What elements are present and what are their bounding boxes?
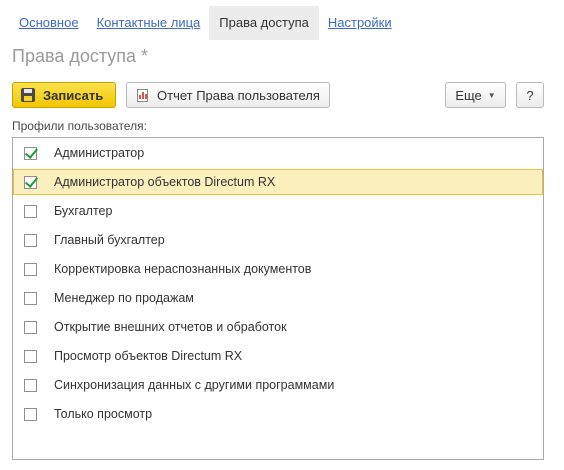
profile-checkbox[interactable] xyxy=(24,407,37,421)
toolbar: Записать Отчет Права пользователя Еще ▼ … xyxy=(12,82,544,108)
profile-checkbox[interactable] xyxy=(24,378,37,392)
profile-row[interactable]: Бухгалтер xyxy=(13,198,543,224)
profile-label: Синхронизация данных с другими программа… xyxy=(54,378,335,392)
profile-label: Администратор объектов Directum RX xyxy=(54,175,276,189)
more-button[interactable]: Еще ▼ xyxy=(445,82,506,108)
profile-checkbox[interactable] xyxy=(24,349,37,363)
profile-label: Только просмотр xyxy=(54,407,153,421)
tab-main[interactable]: Основное xyxy=(10,6,88,40)
report-chart-icon xyxy=(137,88,148,102)
tab-contacts[interactable]: Контактные лица xyxy=(88,6,210,40)
help-button-label: ? xyxy=(526,87,534,103)
report-button-label: Отчет Права пользователя xyxy=(157,87,320,103)
profile-checkbox[interactable] xyxy=(24,262,37,276)
help-button[interactable]: ? xyxy=(516,82,544,108)
profile-row[interactable]: Администратор объектов Directum RX xyxy=(13,169,543,195)
tab-settings[interactable]: Настройки xyxy=(319,6,401,40)
profile-row[interactable]: Открытие внешних отчетов и обработок xyxy=(13,314,543,340)
profile-label: Менеджер по продажам xyxy=(54,291,194,305)
save-button-label: Записать xyxy=(43,87,104,103)
chevron-down-icon: ▼ xyxy=(487,90,496,100)
profile-row[interactable]: Только просмотр xyxy=(13,401,543,427)
profile-label: Главный бухгалтер xyxy=(54,233,165,247)
profile-checkbox[interactable] xyxy=(24,291,37,305)
profile-checkbox[interactable] xyxy=(24,146,37,160)
profile-label: Бухгалтер xyxy=(54,204,113,218)
profile-label: Просмотр объектов Directum RX xyxy=(54,349,243,363)
profile-checkbox[interactable] xyxy=(24,204,37,218)
profile-row[interactable]: Менеджер по продажам xyxy=(13,285,543,311)
user-rights-report-button[interactable]: Отчет Права пользователя xyxy=(126,82,330,108)
profile-row[interactable]: Просмотр объектов Directum RX xyxy=(13,343,543,369)
profile-row[interactable]: Синхронизация данных с другими программа… xyxy=(13,372,543,398)
profile-checkbox[interactable] xyxy=(24,233,37,247)
more-button-label: Еще xyxy=(455,87,482,103)
profiles-list: Администратор Администратор объектов Dir… xyxy=(12,137,544,460)
profile-checkbox[interactable] xyxy=(24,175,37,189)
profiles-label: Профили пользователя: xyxy=(12,119,147,133)
save-button[interactable]: Записать xyxy=(12,82,116,108)
profile-row[interactable]: Администратор xyxy=(13,140,543,166)
profile-row[interactable]: Главный бухгалтер xyxy=(13,227,543,253)
profile-label: Администратор xyxy=(54,146,145,160)
page-title: Права доступа * xyxy=(12,46,149,66)
profile-row[interactable]: Корректировка нераспознанных документов xyxy=(13,256,543,282)
tab-access-rights[interactable]: Права доступа xyxy=(209,6,319,40)
floppy-disk-icon xyxy=(21,88,35,102)
profile-label: Открытие внешних отчетов и обработок xyxy=(54,320,287,334)
tab-bar: Основное Контактные лица Права доступа Н… xyxy=(10,6,401,40)
profile-label: Корректировка нераспознанных документов xyxy=(54,262,312,276)
profile-checkbox[interactable] xyxy=(24,320,37,334)
